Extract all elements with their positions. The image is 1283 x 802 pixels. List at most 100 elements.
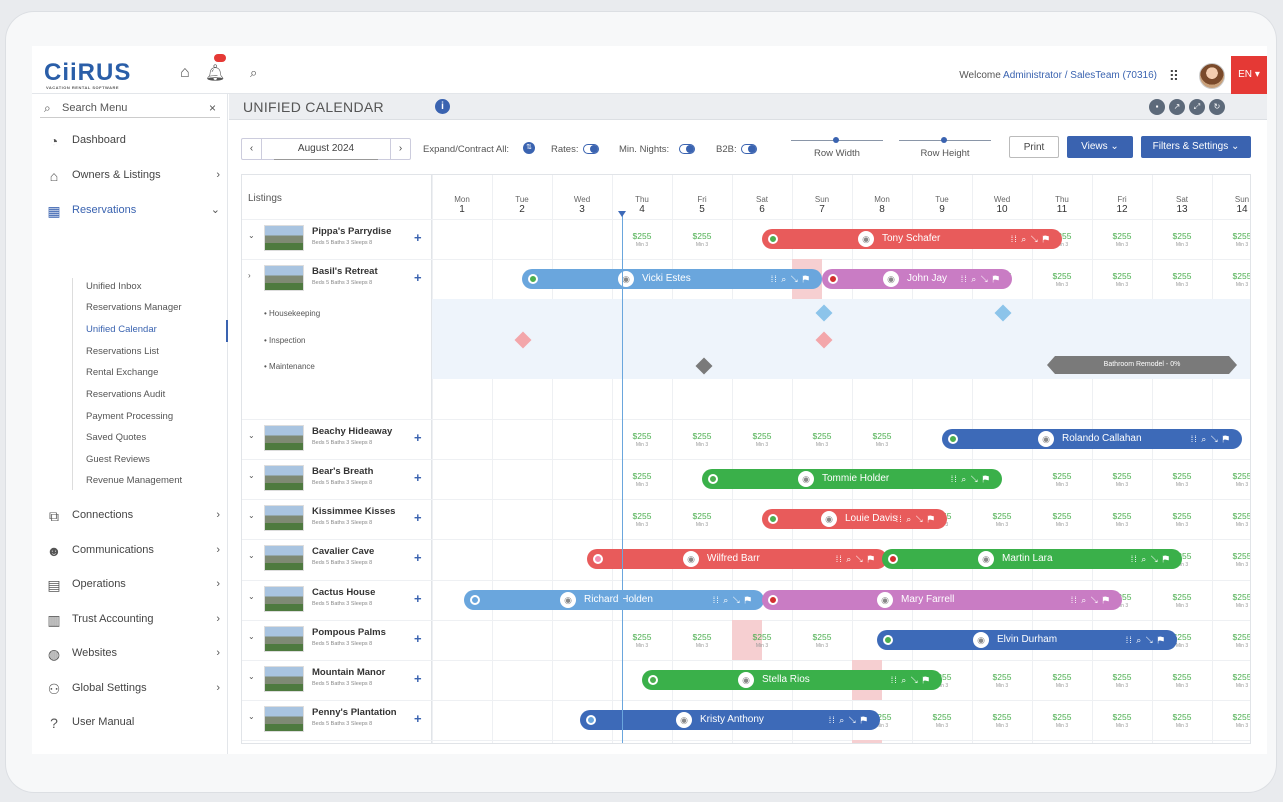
reservation-actions[interactable]: ⁞⁞ ⌕ ↘ ⚑ [951,469,990,489]
month-picker[interactable]: ‹ August 2024 › [241,138,411,160]
expand-caret-icon[interactable]: ⌄ [248,431,255,440]
rate-cell[interactable]: $255Min 3 [742,633,782,651]
rate-cell[interactable]: $255Min 3 [1162,512,1202,530]
reservation-bar[interactable]: ◉ John Jay ⁞⁞ ⌕ ↘ ⚑ [822,269,1012,289]
expand-caret-icon[interactable]: ⌄ [248,511,255,520]
rate-cell[interactable]: $255Min 3 [1162,472,1202,490]
rate-cell[interactable]: $255Min 3 [1102,512,1142,530]
expand-caret-icon[interactable]: ⌄ [248,592,255,601]
sub-revenue-management[interactable]: Revenue Management [86,473,182,489]
nav-global-settings[interactable]: ⚇ Global Settings › [40,678,220,698]
reservation-bar[interactable]: ◉ Louie Davis ⁞⁞ ⌕ ↘ ⚑ [762,509,947,529]
rate-cell[interactable]: $255Min 3 [1222,713,1250,731]
property-thumbnail[interactable] [264,545,304,571]
sub-reservations-manager[interactable]: Reservations Manager [86,300,182,316]
property-thumbnail[interactable] [264,505,304,531]
rate-cell[interactable]: $255Min 3 [622,633,662,651]
bell-icon[interactable]: 🔔︎ [205,63,225,83]
rate-cell[interactable]: $255Min 3 [622,472,662,490]
nav-communications[interactable]: ☻ Communications › [40,540,220,560]
rate-cell[interactable]: $255Min 3 [1222,552,1250,570]
listing-name[interactable]: Mountain Manor [312,667,385,678]
reservation-bar[interactable]: ◉ Martin Lara ⁞⁞ ⌕ ↘ ⚑ [882,549,1182,569]
reservation-bar[interactable]: ◉ Wilfred Barr ⁞⁞ ⌕ ↘ ⚑ [587,549,887,569]
fullscreen-icon[interactable]: ⤢ [1189,99,1205,115]
export-icon[interactable]: ↗ [1169,99,1185,115]
rate-cell[interactable]: $255Min 3 [1222,232,1250,250]
reservation-bar[interactable]: ◉ Rolando Callahan ⁞⁞ ⌕ ↘ ⚑ [942,429,1242,449]
sub-reservations-list[interactable]: Reservations List [86,344,159,360]
home-icon[interactable]: ⌂ [180,64,190,82]
rate-cell[interactable]: $255Min 3 [682,432,722,450]
sub-guest-reviews[interactable]: Guest Reviews [86,452,150,468]
nav-reservations[interactable]: ▦ Reservations ⌄ [40,200,220,220]
property-thumbnail[interactable] [264,626,304,652]
rate-cell[interactable]: $255Min 3 [1102,673,1142,691]
property-thumbnail[interactable] [264,425,304,451]
expand-caret-icon[interactable]: ⌄ [248,712,255,721]
add-reservation-icon[interactable]: + [414,711,422,726]
rate-cell[interactable]: $255Min 3 [1222,673,1250,691]
refresh-icon[interactable]: ↻ [1209,99,1225,115]
rate-cell[interactable]: $255Min 3 [1102,232,1142,250]
collapse-caret-icon[interactable]: › [248,271,251,280]
rate-cell[interactable]: $255Min 3 [1102,713,1142,731]
sub-unified-calendar[interactable]: Unified Calendar [86,322,157,338]
add-reservation-icon[interactable]: + [414,510,422,525]
reservation-actions[interactable]: ⁞⁞ ⌕ ↘ ⚑ [891,670,930,690]
rate-cell[interactable]: $255Min 3 [1042,512,1082,530]
b2b-toggle[interactable] [741,144,757,154]
expand-caret-icon[interactable]: ⌄ [248,551,255,560]
rate-cell[interactable]: $255Min 3 [622,512,662,530]
min-nights-toggle[interactable] [679,144,695,154]
reservation-actions[interactable]: ⁞⁞ ⌕ ↘ ⚑ [713,590,752,610]
print-button[interactable]: Print [1009,136,1059,158]
listing-name[interactable]: Kissimmee Kisses [312,506,395,517]
save-icon[interactable]: ▪ [1149,99,1165,115]
nav-operations[interactable]: ▤ Operations › [40,574,220,594]
property-thumbnail[interactable] [264,265,304,291]
rate-cell[interactable]: $255Min 3 [682,512,722,530]
rate-cell[interactable]: $255Min 3 [1222,593,1250,611]
property-thumbnail[interactable] [264,465,304,491]
reservation-actions[interactable]: ⁞⁞ ⌕ ↘ ⚑ [1126,630,1165,650]
reservation-actions[interactable]: ⁞⁞ ⌕ ↘ ⚑ [1131,549,1170,569]
apps-grid-icon[interactable]: ⠿ [1169,68,1179,85]
prev-month-button[interactable]: ‹ [242,139,262,159]
rate-cell[interactable]: $255Min 3 [922,713,962,731]
nav-websites[interactable]: ◍ Websites › [40,643,220,663]
rate-cell[interactable]: $255Min 3 [622,432,662,450]
add-reservation-icon[interactable]: + [414,270,422,285]
listing-name[interactable]: Pippa's Parrydise [312,226,391,237]
table-row[interactable] [242,499,1250,539]
sub-reservations-audit[interactable]: Reservations Audit [86,387,165,403]
listing-name[interactable]: Bear's Breath [312,466,373,477]
reservation-bar[interactable]: ◉ Tony Schafer ⁞⁞ ⌕ ↘ ⚑ [762,229,1062,249]
expand-caret-icon[interactable]: ⌄ [248,632,255,641]
reservation-actions[interactable]: ⁞⁞ ⌕ ↘ ⚑ [1191,429,1230,449]
rate-cell[interactable]: $255Min 3 [982,713,1022,731]
reservation-bar[interactable]: ◉ Kristy Anthony ⁞⁞ ⌕ ↘ ⚑ [580,710,880,730]
listing-name[interactable]: Beachy Hideaway [312,426,392,437]
reservation-bar[interactable]: ◉ Mary Farrell ⁞⁞ ⌕ ↘ ⚑ [762,590,1122,610]
listing-name[interactable]: Basil's Retreat [312,266,378,277]
rate-cell[interactable]: $255Min 3 [1042,673,1082,691]
expand-toggle-icon[interactable]: ⇅ [523,142,535,154]
rate-cell[interactable]: $255Min 3 [862,432,902,450]
table-row[interactable] [242,219,1250,259]
ciirus-logo[interactable]: CiiRUS VACATION RENTAL SOFTWARE [44,59,131,90]
rate-cell[interactable]: $255Min 3 [682,232,722,250]
rate-cell[interactable]: $255Min 3 [1162,272,1202,290]
add-reservation-icon[interactable]: + [414,671,422,686]
nav-owners-listings[interactable]: ⌂ Owners & Listings › [40,165,220,185]
nav-connections[interactable]: ⧉ Connections › [40,505,220,525]
reservation-bar[interactable]: ◉ Richard Holden ⁞⁞ ⌕ ↘ ⚑ [464,590,764,610]
rate-cell[interactable]: $255Min 3 [622,232,662,250]
reservation-actions[interactable]: ⁞⁞ ⌕ ↘ ⚑ [1071,590,1110,610]
rate-cell[interactable]: $255Min 3 [1162,673,1202,691]
rate-cell[interactable]: $255Min 3 [802,633,842,651]
reservation-actions[interactable]: ⁞⁞ ⌕ ↘ ⚑ [896,509,935,529]
row-height-slider[interactable] [899,137,991,143]
listing-name[interactable]: Penny's Plantation [312,707,397,718]
reservation-actions[interactable]: ⁞⁞ ⌕ ↘ ⚑ [1011,229,1050,249]
